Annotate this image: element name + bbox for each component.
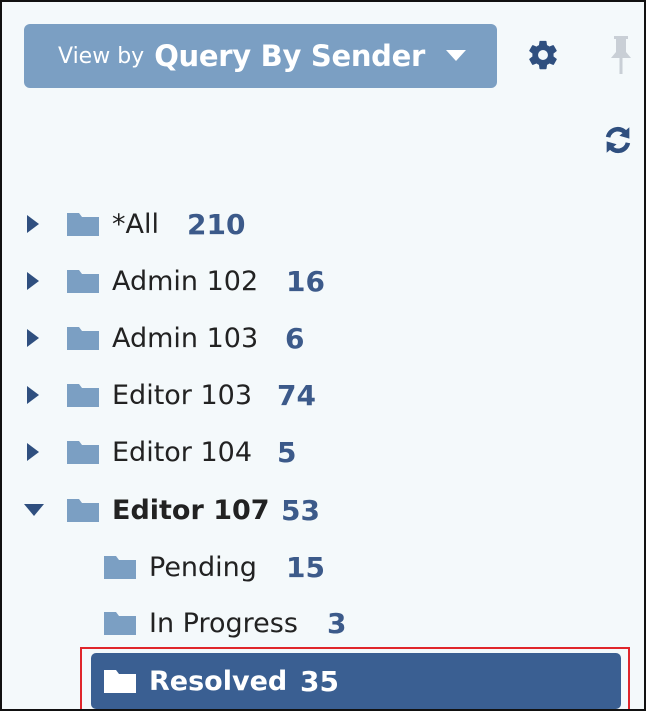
tree-item-count: 53 (281, 493, 320, 527)
folder-icon (67, 327, 99, 350)
pin-icon[interactable] (605, 34, 637, 78)
tree-item-in-progress[interactable]: In Progress 3 (2, 596, 642, 650)
tree-item-all[interactable]: *All 210 (2, 197, 642, 251)
folder-icon (67, 499, 99, 522)
refresh-icon[interactable] (601, 123, 635, 157)
folder-icon (67, 270, 99, 293)
folder-panel: View by Query By Sender *All 210 Admin 1… (0, 0, 646, 711)
folder-icon (67, 384, 99, 407)
expand-arrow-icon[interactable] (24, 327, 42, 349)
expand-arrow-icon[interactable] (24, 441, 42, 463)
tree-item-resolved[interactable]: Resolved 35 (2, 653, 642, 709)
tree-item-pending[interactable]: Pending 15 (2, 540, 642, 594)
view-by-prefix: View by (58, 43, 145, 69)
tree-item-label: *All (112, 208, 159, 240)
tree-item-count: 5 (277, 435, 297, 469)
tree-item-label: Pending (149, 551, 257, 583)
view-by-dropdown[interactable]: View by Query By Sender (24, 24, 497, 88)
folder-icon (67, 213, 99, 236)
expand-arrow-icon[interactable] (24, 270, 42, 292)
tree-item-editor-104[interactable]: Editor 104 5 (2, 425, 642, 479)
tree-item-label: Admin 103 (112, 322, 259, 354)
tree-item-editor-107[interactable]: Editor 107 53 (2, 483, 642, 537)
tree-item-count: 3 (327, 606, 347, 640)
expand-arrow-icon[interactable] (24, 213, 42, 235)
tree-item-count: 210 (187, 207, 246, 241)
tree-item-count: 35 (300, 664, 339, 698)
tree-item-admin-102[interactable]: Admin 102 16 (2, 254, 642, 308)
tree-item-label: Editor 103 (112, 379, 253, 411)
collapse-arrow-icon[interactable] (22, 501, 46, 519)
folder-icon (104, 556, 136, 579)
view-by-value: Query By Sender (154, 39, 425, 73)
tree-item-count: 74 (277, 378, 316, 412)
tree-item-count: 6 (285, 321, 305, 355)
tree-item-label: Editor 107 (112, 494, 270, 526)
folder-icon (104, 670, 136, 693)
tree-item-label: Resolved (149, 665, 288, 697)
tree-item-count: 16 (286, 264, 325, 298)
folder-icon (104, 612, 136, 635)
expand-arrow-icon[interactable] (24, 384, 42, 406)
gear-icon[interactable] (526, 38, 560, 72)
tree-item-editor-103[interactable]: Editor 103 74 (2, 368, 642, 422)
caret-down-icon (446, 50, 466, 61)
tree-item-label: In Progress (149, 607, 298, 639)
tree-item-label: Editor 104 (112, 436, 253, 468)
folder-icon (67, 441, 99, 464)
tree-item-admin-103[interactable]: Admin 103 6 (2, 311, 642, 365)
tree-item-label: Admin 102 (112, 265, 259, 297)
tree-item-count: 15 (286, 550, 325, 584)
